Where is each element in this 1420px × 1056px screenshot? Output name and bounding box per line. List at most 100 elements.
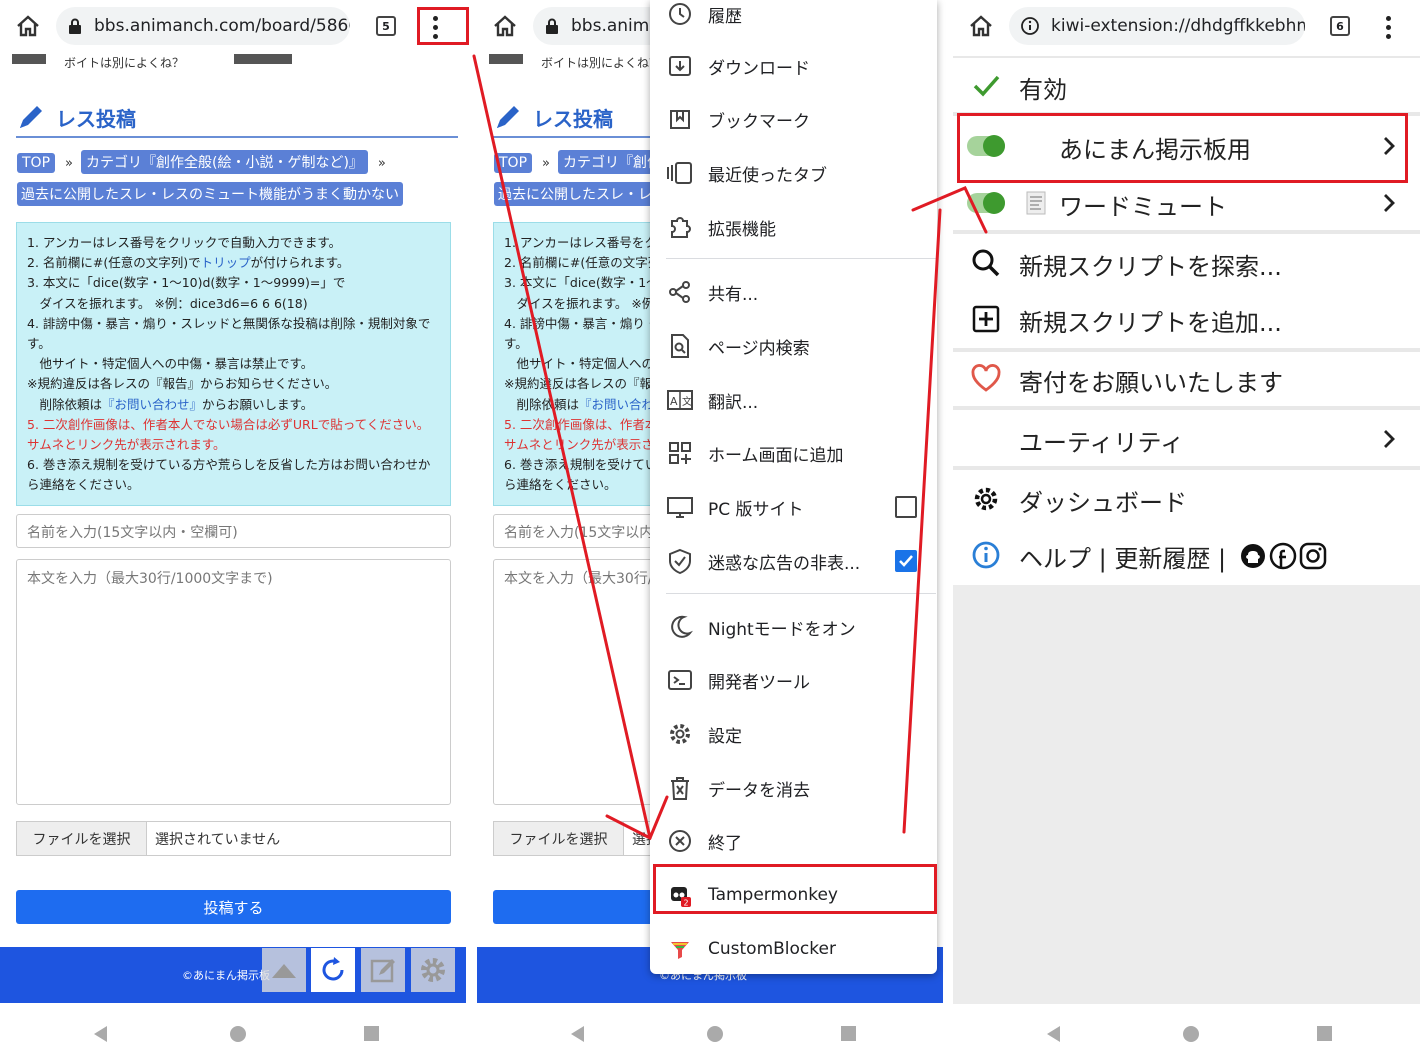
- tab-switcher-button[interactable]: 6: [1330, 16, 1350, 36]
- menu-item-label: Nightモードをオン: [708, 619, 856, 640]
- menu-item-label: 開発者ツール: [708, 672, 810, 693]
- menu-item-ad-block[interactable]: 迷惑な広告の非表...: [650, 539, 937, 583]
- rule-line: ※規約違反は各レスの『報告』からお知らせください。: [27, 376, 338, 392]
- donate-row[interactable]: 寄付をお願いいたします: [953, 352, 1420, 406]
- menu-item-bookmarks[interactable]: ブックマーク: [650, 97, 937, 141]
- svg-text:文: 文: [682, 395, 692, 408]
- back-icon[interactable]: [94, 1026, 107, 1042]
- system-nav-bar: [953, 1004, 1420, 1056]
- dashboard-row[interactable]: ダッシュボード: [953, 472, 1420, 526]
- bookmark-icon: [670, 110, 690, 129]
- menu-item-customblocker[interactable]: CustomBlocker: [650, 927, 937, 971]
- menu-item-label: 迷惑な広告の非表...: [708, 553, 861, 574]
- gear-icon[interactable]: [411, 948, 455, 992]
- help-row[interactable]: ヘルプ | 更新履歴 |: [953, 528, 1420, 582]
- posting-rules-notice: 1. アンカーはレス番号をクリックで自動入力できます。 2. 名前欄に#(任意の…: [16, 222, 451, 506]
- home-button-icon[interactable]: [707, 1026, 723, 1042]
- ad-block-checkbox[interactable]: [895, 550, 917, 572]
- utilities-row[interactable]: ユーティリティ: [953, 412, 1420, 466]
- rule-line: 2. 名前欄に#(任意の文字列)でトリップが付けられます。: [27, 253, 440, 273]
- name-input[interactable]: 名前を入力(15文字以内・空欄可): [16, 514, 451, 548]
- back-icon[interactable]: [1047, 1026, 1060, 1042]
- rule-line: 1. アンカーはレス番号をクリックで自動入力できます。: [27, 235, 342, 250]
- contact-link[interactable]: 『お問い合わせ』: [102, 397, 202, 412]
- address-bar[interactable]: kiwi-extension://dhdgffkkebhmk: [1009, 7, 1305, 45]
- github-icon[interactable]: [1239, 542, 1267, 570]
- divider: [953, 230, 1420, 234]
- funnel-icon: [671, 942, 689, 959]
- recents-icon[interactable]: [364, 1026, 379, 1041]
- trip-link[interactable]: トリップ: [201, 255, 251, 270]
- choose-file-button[interactable]: ファイルを選択: [494, 822, 624, 855]
- reload-icon[interactable]: [311, 948, 355, 992]
- address-bar[interactable]: bbs.animanch.com/board/5860:: [56, 7, 350, 45]
- divider: [953, 56, 1420, 58]
- menu-item-extensions[interactable]: 拡張機能: [650, 205, 937, 249]
- script-toggle[interactable]: [967, 192, 1005, 214]
- menu-item-translate[interactable]: A文 翻訳...: [650, 378, 937, 422]
- script-row-word-mute[interactable]: ワードミュート: [953, 176, 1420, 230]
- donate-label: 寄付をお願いいたします: [1019, 369, 1283, 397]
- menu-item-label: ページ内検索: [708, 338, 810, 359]
- tab-switcher-button[interactable]: 5: [376, 16, 396, 36]
- menu-item-label: 翻訳...: [708, 392, 759, 413]
- rule-text: が付けられます。: [250, 255, 350, 271]
- plus-square-icon: [972, 305, 1000, 333]
- breadcrumb-separator: »: [377, 156, 386, 171]
- home-icon[interactable]: [14, 12, 42, 40]
- menu-item-share[interactable]: 共有...: [650, 270, 937, 314]
- find-in-page-icon: [671, 334, 689, 358]
- menu-item-history[interactable]: 履歴: [650, 0, 937, 36]
- menu-item-exit[interactable]: 終了: [650, 819, 937, 863]
- back-icon[interactable]: [571, 1026, 584, 1042]
- breadcrumb-category[interactable]: カテゴリ『創作全般(絵・小説・ゲ制など)』: [80, 150, 368, 174]
- rule-line: 5. 二次創作画像は、作者本人でない場合は必ずURLで貼ってください。サムネとリ…: [27, 416, 430, 453]
- desktop-site-checkbox[interactable]: [895, 496, 917, 518]
- breadcrumb-separator: »: [65, 156, 73, 171]
- recents-icon[interactable]: [841, 1026, 856, 1041]
- post-button[interactable]: 投稿する: [16, 890, 451, 924]
- menu-item-night-mode[interactable]: Nightモードをオン: [650, 605, 937, 649]
- file-status: 選択されていません: [155, 831, 281, 848]
- breadcrumb-top[interactable]: TOP: [494, 153, 533, 173]
- enabled-toggle-row[interactable]: 有効: [953, 60, 1420, 112]
- home-icon[interactable]: [967, 12, 995, 40]
- facebook-icon[interactable]: [1269, 542, 1297, 570]
- choose-file-button[interactable]: ファイルを選択: [17, 822, 147, 855]
- menu-kebab-icon[interactable]: [1372, 10, 1404, 44]
- menu-item-desktop-site[interactable]: PC 版サイト: [650, 485, 937, 529]
- chevron-right-icon: [1384, 430, 1395, 448]
- edit-icon[interactable]: [361, 948, 405, 992]
- breadcrumb-thread[interactable]: 過去に公開したスレ・レスのミュート機能がうまく動かない: [17, 182, 403, 206]
- menu-item-downloads[interactable]: ダウンロード: [650, 44, 937, 88]
- strip-text: ボイトは別によくね？: [541, 56, 662, 70]
- help-label: ヘルプ | 更新履歴 |: [1019, 545, 1227, 573]
- breadcrumb-top[interactable]: TOP: [17, 153, 56, 173]
- home-button-icon[interactable]: [230, 1026, 246, 1042]
- section-title-text: レス投稿: [533, 106, 613, 131]
- scroll-top-icon[interactable]: [262, 948, 306, 992]
- instagram-icon[interactable]: [1299, 542, 1327, 570]
- menu-item-recent-tabs[interactable]: 最近使ったタブ: [650, 151, 937, 195]
- browser-toolbar: bbs.animanch.com/board/5860: 5: [0, 0, 466, 54]
- menu-item-add-to-home[interactable]: ホーム画面に追加: [650, 431, 937, 475]
- home-icon[interactable]: [491, 12, 519, 40]
- menu-item-find-in-page[interactable]: ページ内検索: [650, 324, 937, 368]
- add-script-row[interactable]: 新規スクリプトを追加...: [953, 292, 1420, 346]
- pencil-icon: [20, 106, 42, 128]
- recents-icon[interactable]: [1317, 1026, 1332, 1041]
- find-scripts-row[interactable]: 新規スクリプトを探索...: [953, 236, 1420, 290]
- empty-area: [953, 585, 1420, 1004]
- rule-line: 削除依頼は『お問い合わせ』からお願いします。: [27, 395, 440, 415]
- menu-item-developer-tools[interactable]: 開発者ツール: [650, 658, 937, 702]
- find-scripts-label: 新規スクリプトを探索...: [1019, 253, 1282, 281]
- menu-item-settings[interactable]: 設定: [650, 712, 937, 756]
- home-button-icon[interactable]: [1183, 1026, 1199, 1042]
- highlight-script-row: [957, 113, 1408, 183]
- menu-item-label: 最近使ったタブ: [708, 165, 827, 186]
- dashboard-label: ダッシュボード: [1019, 489, 1187, 517]
- body-textarea[interactable]: 本文を入力（最大30行/1000文字まで): [16, 559, 451, 805]
- file-picker[interactable]: ファイルを選択 選択されていません: [16, 821, 451, 856]
- menu-item-clear-data[interactable]: データを消去: [650, 766, 937, 810]
- menu-item-label: ホーム画面に追加: [708, 445, 844, 466]
